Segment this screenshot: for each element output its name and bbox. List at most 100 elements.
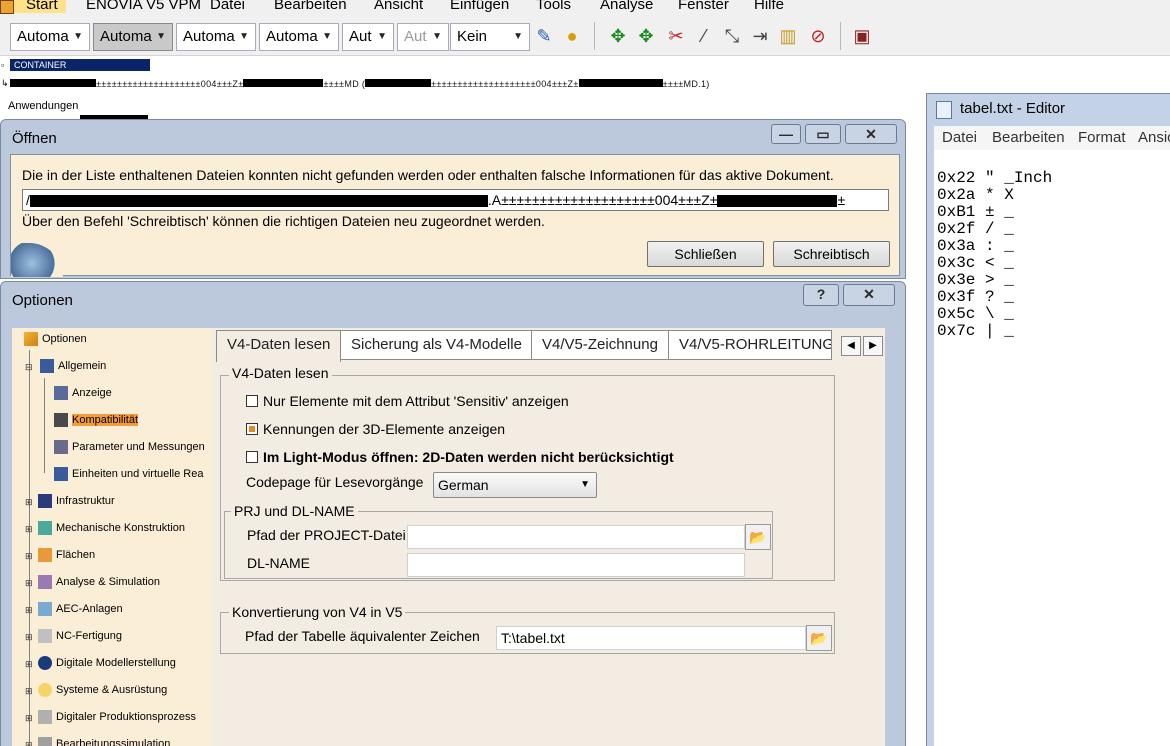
chevron-down-icon: ▼ — [73, 31, 83, 42]
tab-rohrleitung[interactable]: V4/V5-ROHRLEITUNG — [668, 330, 832, 360]
tree-item-produktion[interactable]: Digitaler Produktionsprozess — [38, 710, 196, 724]
checkbox[interactable] — [246, 451, 258, 464]
expand-icon[interactable]: ⊟ — [25, 362, 33, 373]
editor-line: 0x3a : _ — [937, 237, 1014, 255]
option-light-mode[interactable]: Im Light-Modus öffnen: 2D-Daten werden n… — [246, 449, 674, 465]
wand-icon[interactable]: ⁄ — [692, 24, 716, 48]
maximize-icon[interactable]: ▭ — [805, 124, 841, 144]
project-path-input[interactable] — [407, 525, 745, 549]
applications-node[interactable]: Anwendungen — [8, 100, 78, 112]
combo-3[interactable]: Automa ▼ — [176, 23, 256, 51]
brush-icon[interactable]: ✎ — [532, 24, 556, 48]
editor-menu-datei[interactable]: Datei — [942, 129, 977, 146]
distribute-icon[interactable]: ▥ — [776, 24, 800, 48]
menu-hilfe[interactable]: Hilfe — [754, 0, 784, 13]
editor-menu-ansicht[interactable]: Ansic — [1138, 129, 1170, 146]
tree-item-bearbeitungssim[interactable]: Bearbeitungssimulation — [38, 737, 170, 746]
minimize-icon[interactable]: — — [771, 124, 801, 144]
expand-icon[interactable]: ⊞ — [25, 524, 33, 535]
tree-item-aec[interactable]: AEC-Anlagen — [38, 602, 123, 616]
close-icon[interactable]: ✕ — [845, 124, 897, 144]
desk-button[interactable]: Schreibtisch — [773, 241, 890, 267]
editor-menu-format[interactable]: Format — [1078, 129, 1126, 146]
menu-analyse[interactable]: Analyse — [600, 0, 653, 13]
help-icon[interactable]: ? — [803, 284, 839, 306]
missing-file-path[interactable]: / .A±±±±±±±±±±±±±±±±±±±±004±±±Z± ± — [22, 189, 889, 211]
color-icon[interactable]: ● — [560, 24, 584, 48]
close-button[interactable]: Schließen — [647, 241, 764, 267]
combo-7[interactable]: Kein ▼ — [450, 23, 530, 51]
cut-icon[interactable]: ✂ — [664, 24, 688, 48]
tree-item-analyse[interactable]: Analyse & Simulation — [38, 575, 160, 589]
tab-zeichnung[interactable]: V4/V5-Zeichnung — [531, 330, 669, 360]
menu-bearbeiten[interactable]: Bearbeiten — [274, 0, 347, 13]
option-sensitive[interactable]: Nur Elemente mit dem Attribut 'Sensitiv'… — [246, 393, 569, 409]
product-path[interactable]: ±±±±±±±±±±±±±±±±±±±±004±±±Z± ±±±±MD (±±±±… — [10, 79, 710, 89]
rotate-icon[interactable]: ✥ — [634, 24, 658, 48]
menu-einfuegen[interactable]: Einfügen — [450, 0, 509, 13]
tree-item-digitale-modell[interactable]: Digitale Modellerstellung — [38, 656, 176, 670]
folder-icon[interactable]: 📂 — [745, 524, 771, 550]
tree-item-einheiten[interactable]: Einheiten und virtuelle Rea — [54, 467, 203, 481]
checkbox-checked[interactable] — [246, 423, 258, 436]
expand-icon[interactable]: ⊞ — [25, 686, 33, 697]
expand-icon[interactable]: ⊞ — [25, 632, 33, 643]
container-node[interactable]: CONTAINER — [10, 59, 150, 71]
chevron-down-icon: ▼ — [377, 31, 387, 42]
expand-icon[interactable]: ⊞ — [25, 740, 33, 746]
editor-text-area[interactable]: 0x22 " _Inch 0x2a * X 0xB1 ± _ 0x2f / _ 0x3a… — [934, 150, 1170, 746]
group-prj-label: PRJ und DL-NAME — [231, 503, 358, 519]
align-icon[interactable]: ⇥ — [748, 24, 772, 48]
toolbar-separator — [840, 22, 841, 50]
combo-2[interactable]: Automa ▼ — [93, 23, 173, 51]
combo-1-value: Automa — [17, 28, 69, 45]
redaction — [578, 79, 663, 87]
move-icon[interactable]: ✥ — [606, 24, 630, 48]
menu-ansicht[interactable]: Ansicht — [374, 0, 423, 13]
tree-item-systeme[interactable]: Systeme & Ausrüstung — [38, 683, 167, 697]
expand-icon[interactable]: ⊞ — [25, 605, 33, 616]
editor-line: 0x3e > _ — [937, 271, 1014, 289]
tree-item-optionen[interactable]: Optionen — [24, 332, 87, 346]
dl-name-input[interactable] — [407, 553, 745, 577]
tree-item-kompatibilitaet[interactable]: Kompatibilität — [54, 413, 139, 427]
tab-sicherung[interactable]: Sicherung als V4-Modelle — [340, 330, 533, 360]
snap-icon[interactable]: ⊘ — [806, 24, 830, 48]
combo-4[interactable]: Automa ▼ — [259, 23, 339, 51]
tree-item-parameter[interactable]: Parameter und Messungen — [54, 440, 205, 454]
catalog-icon[interactable]: ▣ — [850, 24, 874, 48]
option-3d-ids[interactable]: Kennungen der 3D-Elemente anzeigen — [246, 421, 505, 437]
codepage-dropdown[interactable]: German ▼ — [433, 472, 597, 498]
tree-item-nc[interactable]: NC-Fertigung — [38, 629, 122, 643]
combo-5[interactable]: Aut ▼ — [342, 23, 394, 51]
expand-icon[interactable]: ⊞ — [25, 578, 33, 589]
option-3d-ids-label: Kennungen der 3D-Elemente anzeigen — [263, 421, 506, 437]
tab-scroll-left-icon[interactable]: ◀ — [841, 336, 861, 356]
tab-scroll-right-icon[interactable]: ▶ — [863, 336, 883, 356]
menu-enovia[interactable]: ENOVIA V5 VPM — [86, 0, 201, 13]
menu-start[interactable]: Start — [14, 0, 66, 13]
tree-item-anzeige[interactable]: Anzeige — [54, 386, 112, 400]
expand-icon[interactable]: ⊞ — [25, 497, 33, 508]
tree-item-mechanische[interactable]: Mechanische Konstruktion — [38, 521, 185, 535]
close-icon[interactable]: ✕ — [843, 284, 895, 306]
checkbox[interactable] — [246, 395, 258, 408]
expand-icon[interactable]: ⊞ — [25, 659, 33, 670]
tab-v4-daten-lesen[interactable]: V4-Daten lesen — [216, 330, 342, 362]
tree-item-allgemein[interactable]: Allgemein — [40, 359, 106, 373]
combo-1[interactable]: Automa ▼ — [10, 23, 90, 51]
menu-datei[interactable]: Datei — [210, 0, 245, 13]
shape-icon — [38, 656, 52, 670]
table-path-input[interactable]: T:\tabel.txt — [496, 626, 806, 650]
editor-menu-bearbeiten[interactable]: Bearbeiten — [992, 129, 1065, 146]
surfaces-icon — [38, 548, 52, 562]
dl-name-label: DL-NAME — [247, 555, 311, 571]
menu-fenster[interactable]: Fenster — [678, 0, 729, 13]
folder-icon[interactable]: 📂 — [806, 625, 832, 651]
expand-icon[interactable]: ⊞ — [25, 713, 33, 724]
measure-icon[interactable]: ⤡ — [720, 24, 744, 48]
tree-item-flaechen[interactable]: Flächen — [38, 548, 95, 562]
menu-tools[interactable]: Tools — [536, 0, 571, 13]
expand-icon[interactable]: ⊞ — [25, 551, 33, 562]
tree-item-infrastruktur[interactable]: Infrastruktur — [38, 494, 115, 508]
